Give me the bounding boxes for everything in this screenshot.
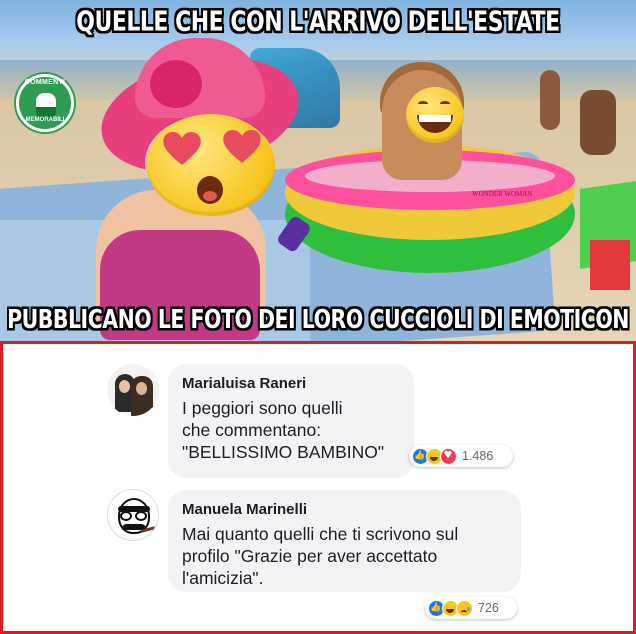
- emoji-eye: [418, 101, 428, 107]
- pool-label: WONDER WOMAN: [472, 190, 533, 198]
- emoji-mouth: [197, 176, 223, 204]
- emoji-mouth: [417, 115, 453, 133]
- comment-bubble: Manuela Marinelli Mai quanto quelli che …: [168, 490, 521, 592]
- meme-top-caption: QUELLE CHE CON L'ARRIVO DELL'ESTATE: [76, 6, 561, 39]
- sad-reaction-icon: [456, 599, 473, 617]
- logo-bottom-text: MEMORABILI: [25, 117, 65, 123]
- red-toy: [590, 240, 630, 290]
- avatar[interactable]: [107, 489, 159, 541]
- love-reaction-icon: [440, 447, 457, 465]
- emoji-eye: [440, 101, 450, 107]
- meme-bottom-caption: PUBBLICANO LE FOTO DEI LORO CUCCIOLI DI …: [6, 303, 630, 335]
- avatar-face: [136, 382, 147, 395]
- hat-flower: [150, 60, 202, 108]
- beach-person: [540, 70, 560, 130]
- heart-icon: [223, 130, 261, 163]
- reaction-count: 1.486: [462, 449, 494, 463]
- meme-photo: WONDER WOMAN COMMENTI MEMORABILI QUELLE …: [0, 0, 636, 341]
- beach-person: [580, 90, 616, 155]
- comment-author[interactable]: Manuela Marinelli: [182, 500, 507, 520]
- avatar-glasses: [120, 511, 132, 521]
- grinning-emoji-icon: [406, 87, 464, 143]
- comment-text: I peggiori sono quelli che commentano: "…: [182, 398, 385, 462]
- avatar[interactable]: [107, 364, 159, 416]
- heart-icon: [163, 132, 201, 165]
- reactions-summary[interactable]: 1.486: [409, 445, 513, 467]
- comment-text: Mai quanto quelli che ti scrivono sul pr…: [182, 524, 459, 588]
- reaction-count: 726: [478, 601, 499, 615]
- logo-top-text: COMMENTI: [24, 79, 66, 86]
- heart-eyes-emoji-icon: [147, 114, 275, 216]
- avatar-face: [119, 380, 130, 393]
- comment-author[interactable]: Marialuisa Raneri: [182, 374, 400, 394]
- comments-panel: Marialuisa Raneri I peggiori sono quelli…: [0, 341, 636, 634]
- comment-bubble: Marialuisa Raneri I peggiori sono quelli…: [168, 364, 414, 478]
- avatar-glasses: [135, 511, 147, 521]
- reactions-summary[interactable]: 726: [425, 597, 517, 619]
- commenti-memorabili-logo: COMMENTI MEMORABILI: [16, 74, 74, 132]
